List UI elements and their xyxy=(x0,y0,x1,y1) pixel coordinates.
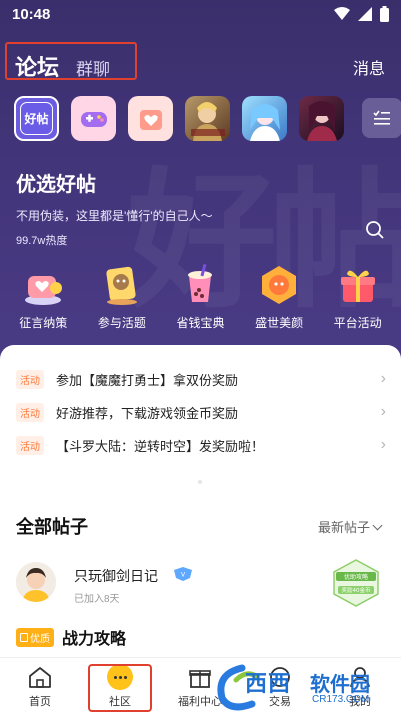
gift-icon xyxy=(189,670,211,688)
featured-heat: 99.7w热度 xyxy=(16,235,68,247)
quality-tag-label: 优质 xyxy=(30,633,50,645)
activity-platform[interactable]: 平台活动 xyxy=(323,262,393,331)
featured-title: 优选好帖 xyxy=(16,174,96,196)
badge-bottom-text: 奖励40金币 xyxy=(342,586,371,594)
notice-tag: 活动 xyxy=(16,369,44,389)
activity-savings[interactable]: 省钱宝典 xyxy=(165,262,235,331)
list-check-icon xyxy=(373,110,390,125)
chevron-down-icon xyxy=(372,520,383,531)
site-watermark-logo xyxy=(217,664,259,711)
wifi-icon xyxy=(334,7,350,20)
battery-icon xyxy=(380,6,389,22)
vip-badge-icon: V xyxy=(174,567,192,581)
avatar[interactable] xyxy=(16,562,56,602)
shortcut-games[interactable] xyxy=(71,96,116,141)
notice-item[interactable]: 活动 参加【魔魔打勇士】拿双份奖励 › xyxy=(16,367,386,391)
game-avatar-icon xyxy=(191,102,225,141)
sort-label: 最新帖子 xyxy=(317,520,370,535)
notice-item[interactable]: 活动 【斗罗大陆：逆转时空】发奖励啦！ › xyxy=(16,433,386,457)
notice-item[interactable]: 活动 好游推荐，下载游戏领金币奖励 › xyxy=(16,400,386,424)
activity-entries: 征言纳策 参与活题 省钱宝典 盛世美颜 平台活动 xyxy=(0,262,401,331)
notice-text: 【斗罗大陆：逆转时空】发奖励啦！ xyxy=(56,438,265,454)
watermark-name: 软件园 xyxy=(310,674,370,696)
featured-subtitle: 不用伪装，这里都是'懂行'的自己人～ xyxy=(16,209,213,223)
milk-tea-icon xyxy=(188,263,213,302)
content-card: 活动 参加【魔魔打勇士】拿双份奖励 › 活动 好游推荐，下载游戏领金币奖励 › … xyxy=(0,345,401,657)
divider-dot xyxy=(198,480,202,484)
reward-badge-icon: 优助攻略 奖励40金币 xyxy=(333,559,379,607)
activity-label: 盛世美颜 xyxy=(255,316,304,330)
notice-text: 参加【魔魔打勇士】拿双份奖励 xyxy=(56,372,239,388)
bookmark-icon xyxy=(20,632,28,642)
featured-posts-banner[interactable]: 优选好帖 不用伪装，这里都是'懂行'的自己人～ 99.7w热度 xyxy=(16,168,213,248)
post-title-row: 优质 战力攻略 xyxy=(16,625,126,649)
activity-label: 征言纳策 xyxy=(19,316,68,330)
badge-top-text: 优助攻略 xyxy=(344,573,368,581)
signal-icon xyxy=(358,7,372,21)
shortcut-row: 好帖 xyxy=(14,96,401,141)
good-posts-icon: 好帖 xyxy=(20,102,53,135)
watermark-site: 西西 xyxy=(245,671,292,696)
shortcut-good-posts[interactable]: 好帖 xyxy=(14,96,59,141)
join-duration: 已加入8天 xyxy=(74,594,120,605)
notice-tag: 活动 xyxy=(16,435,44,455)
messages-button[interactable]: 消息 xyxy=(353,55,385,79)
user-avatar-icon xyxy=(16,562,56,602)
watermark-url: CR173.COM xyxy=(312,694,370,705)
home-icon xyxy=(29,667,51,688)
card-character-icon xyxy=(106,266,137,305)
activity-topics[interactable]: 参与活题 xyxy=(87,262,157,331)
quality-tag: 优质 xyxy=(16,627,54,647)
nav-highlight-frame xyxy=(88,664,152,712)
game-controller-icon xyxy=(80,111,107,127)
shortcut-game-3[interactable] xyxy=(299,96,344,141)
notice-text: 好游推荐，下载游戏领金币奖励 xyxy=(56,405,239,421)
activity-label: 平台活动 xyxy=(333,316,382,330)
chevron-right-icon: › xyxy=(380,403,386,420)
activity-beauty[interactable]: 盛世美颜 xyxy=(244,262,314,331)
nav-label: 首页 xyxy=(29,696,51,708)
chevron-right-icon: › xyxy=(380,370,386,387)
shortcut-more-button[interactable] xyxy=(362,98,401,138)
tab-highlight-frame xyxy=(5,42,137,80)
character-frame-icon xyxy=(262,266,297,304)
nav-home[interactable]: 首页 xyxy=(5,664,75,709)
chevron-right-icon: › xyxy=(380,436,386,453)
gift-box-icon xyxy=(340,270,375,302)
post-author[interactable]: 只玩御剑日记 xyxy=(74,566,158,586)
section-title: 全部帖子 xyxy=(16,517,88,537)
sort-dropdown[interactable]: 最新帖子 xyxy=(317,517,383,536)
heart-gift-icon xyxy=(139,109,162,130)
status-time: 10:48 xyxy=(12,6,51,23)
activity-label: 省钱宝典 xyxy=(176,316,225,330)
status-bar: 10:48 xyxy=(0,0,401,30)
search-icon[interactable] xyxy=(365,220,385,240)
game-avatar-icon xyxy=(250,104,280,141)
status-icons xyxy=(334,6,389,22)
post-card[interactable]: 只玩御剑日记 V 已加入8天 优助攻略 奖励40金币 优质 战力攻略 xyxy=(16,559,386,660)
activity-label: 参与活题 xyxy=(97,316,146,330)
post-title[interactable]: 战力攻略 xyxy=(62,625,126,649)
shortcut-game-1[interactable] xyxy=(185,96,230,141)
notice-tag: 活动 xyxy=(16,402,44,422)
shortcut-game-2[interactable] xyxy=(242,96,287,141)
activity-suggestions[interactable]: 征言纳策 xyxy=(8,262,78,331)
megaphone-heart-icon xyxy=(25,276,63,305)
shortcut-gifts[interactable] xyxy=(128,96,173,141)
game-avatar-icon xyxy=(307,101,337,141)
